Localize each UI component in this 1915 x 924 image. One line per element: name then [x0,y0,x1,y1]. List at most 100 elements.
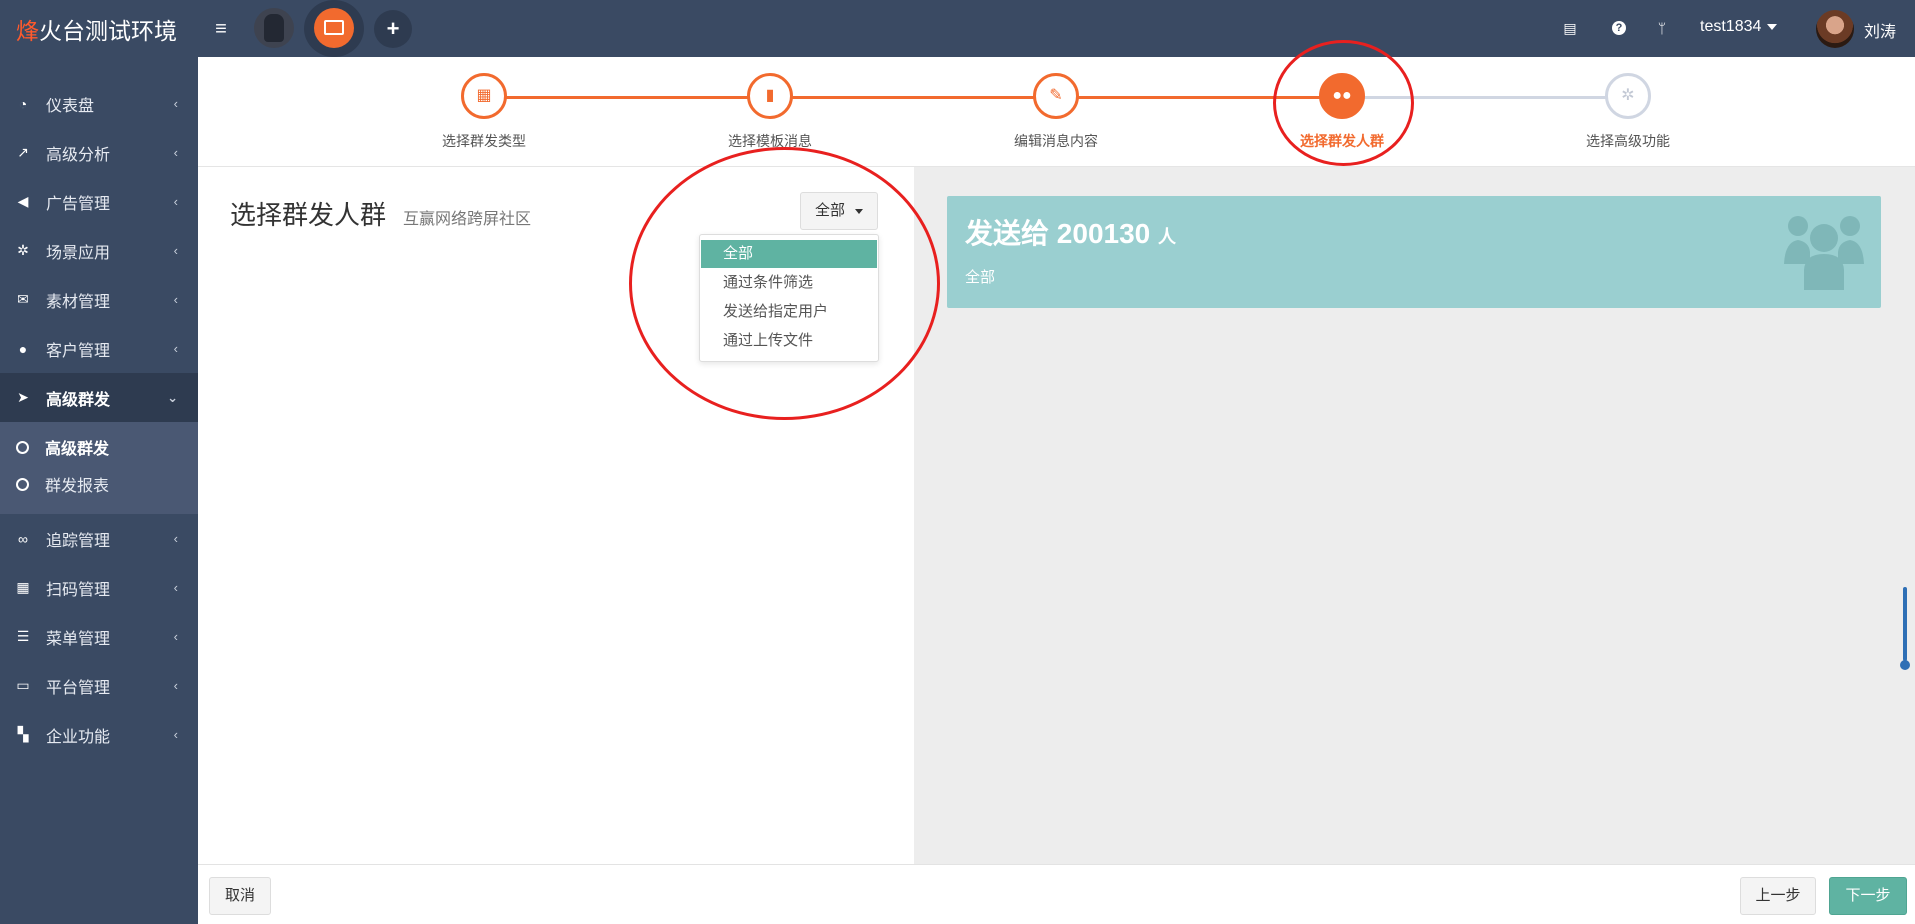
sidebar-item-qrcode[interactable]: ▦ 扫码管理 ‹ [0,563,198,612]
book-icon[interactable]: ▤ [1560,18,1580,38]
logo-text: 火台测试环境 [39,17,177,44]
wizard-stepper: ▦ 选择群发类型 ▮ 选择模板消息 ✎ 编辑消息内容 ●● 选择群发人群 ✲ 选… [198,57,1915,167]
submenu: 高级群发 群发报表 [0,422,198,514]
sidebar: ◔ 仪表盘 ‹ ↗ 高级分析 ‹ ◀ 广告管理 ‹ ✲ 场景应用 ‹ ✉ 素材管理 ‹ ● 客户管理 ‹… [0,57,198,924]
paper-plane-icon: ➤ [17,389,29,405]
hamburger-icon[interactable]: ≡ [206,14,236,44]
sidebar-item-dashboard[interactable]: ◔ 仪表盘 ‹ [0,79,198,128]
count-prefix: 发送给 [965,218,1050,249]
chevron-left-icon: ‹ [173,678,178,693]
edit-icon: ✎ [1033,73,1079,119]
page-subtitle: 互赢网络跨屏社区 [403,211,532,228]
annotation-circle-step [1273,40,1414,166]
step-label: 编辑消息内容 [1014,133,1098,149]
step-label: 选择高级功能 [1586,133,1670,149]
line-chart-icon: ↗ [17,144,29,160]
users-icon [1784,216,1864,290]
sidebar-item-label: 广告管理 [46,195,111,213]
bullhorn-icon: ◀ [17,193,29,209]
qrcode-icon: ▦ [16,579,30,595]
envelope-icon: ✉ [17,291,29,307]
gear-icon: ✲ [17,242,29,258]
sidebar-item-customers[interactable]: ● 客户管理 ‹ [0,324,198,373]
sidebar-item-label: 高级群发 [46,391,111,409]
branch-icon[interactable]: ᛘ [1652,18,1672,38]
desktop-icon: ▭ [16,677,30,693]
chevron-down-icon: ⌄ [167,390,178,405]
step-label: 选择群发类型 [442,133,526,149]
sidebar-item-ads[interactable]: ◀ 广告管理 ‹ [0,177,198,226]
app-screen-share[interactable] [314,8,354,48]
account-select[interactable]: test1834 [1700,18,1778,36]
sidebar-item-menus[interactable]: ☰ 菜单管理 ‹ [0,612,198,661]
sidebar-item-tracking[interactable]: ∞ 追踪管理 ‹ [0,514,198,563]
user-name[interactable]: 刘涛 [1864,18,1896,42]
sidebar-item-analytics[interactable]: ↗ 高级分析 ‹ [0,128,198,177]
user-icon: ● [18,340,28,357]
gear-icon: ✲ [1605,73,1651,119]
sidebar-item-label: 企业功能 [46,728,111,746]
step-select-template[interactable]: ▮ 选择模板消息 [690,73,850,151]
sidebar-item-label: 菜单管理 [46,630,111,648]
top-bar: 烽火台测试环境 ≡ + ▤ ? ᛘ test1834 刘涛 [0,0,1915,57]
chevron-left-icon: ‹ [173,531,178,546]
audience-count: 发送给 200130 人 [965,212,1176,252]
circle-icon [16,440,29,454]
sidebar-item-label: 素材管理 [46,293,111,311]
audience-summary-panel: 发送给 200130 人 全部 [914,167,1915,864]
chevron-left-icon: ‹ [173,96,178,111]
chevron-left-icon: ‹ [173,243,178,258]
file-icon: ▮ [747,73,793,119]
count-value: 200130 [1056,218,1151,249]
audience-count-card: 发送给 200130 人 全部 [947,196,1881,308]
sidebar-item-label: 客户管理 [46,342,111,360]
chevron-left-icon: ‹ [173,727,178,742]
grid-icon: ▚ [17,726,29,742]
sidebar-item-label: 平台管理 [46,679,111,697]
submenu-item-report[interactable]: 群发报表 [0,467,198,501]
app-logo[interactable]: 烽火台测试环境 [0,0,198,57]
scroll-indicator[interactable] [1900,587,1910,671]
step-select-type[interactable]: ▦ 选择群发类型 [404,73,564,151]
chevron-left-icon: ‹ [173,580,178,595]
submenu-item-label: 高级群发 [45,441,110,458]
previous-step-button[interactable]: 上一步 [1740,877,1816,915]
sidebar-item-platform[interactable]: ▭ 平台管理 ‹ [0,661,198,710]
sidebar-item-label: 仪表盘 [46,97,95,115]
submenu-item-mass-send[interactable]: 高级群发 [0,430,198,464]
sidebar-item-label: 扫码管理 [46,581,111,599]
chevron-down-icon [1767,23,1778,30]
avatar[interactable] [1816,10,1854,48]
account-name: test1834 [1700,18,1762,35]
chevron-left-icon: ‹ [173,629,178,644]
annotation-circle-dropdown [629,147,940,420]
sidebar-item-scenes[interactable]: ✲ 场景应用 ‹ [0,226,198,275]
sidebar-item-label: 场景应用 [46,244,111,262]
cancel-button[interactable]: 取消 [209,877,271,915]
next-step-button[interactable]: 下一步 [1829,877,1907,915]
plus-icon[interactable]: + [374,10,412,48]
sidebar-item-label: 追踪管理 [46,532,111,550]
sidebar-item-mass-send[interactable]: ➤ 高级群发 ⌄ [0,373,198,422]
progress-line-done [486,96,1344,99]
page-title: 选择群发人群 [230,200,387,230]
chevron-left-icon: ‹ [173,145,178,160]
chevron-left-icon: ‹ [173,341,178,356]
chevron-left-icon: ‹ [173,194,178,209]
dashboard-icon: ◔ [18,95,28,112]
sidebar-item-label: 高级分析 [46,146,111,164]
step-edit-content[interactable]: ✎ 编辑消息内容 [976,73,1136,151]
submenu-item-label: 群发报表 [45,478,110,495]
sidebar-item-enterprise[interactable]: ▚ 企业功能 ‹ [0,710,198,759]
count-unit: 人 [1158,227,1177,247]
link-icon: ∞ [18,530,28,547]
step-advanced-features[interactable]: ✲ 选择高级功能 [1548,73,1708,151]
sidebar-item-materials[interactable]: ✉ 素材管理 ‹ [0,275,198,324]
grid-icon: ▦ [461,73,507,119]
audience-scope: 全部 [965,269,996,286]
circle-icon [16,477,29,491]
help-icon[interactable]: ? [1612,21,1626,35]
logo-accent: 烽 [16,17,39,44]
list-icon: ☰ [16,628,30,644]
app-avatar-lock[interactable] [254,8,294,48]
